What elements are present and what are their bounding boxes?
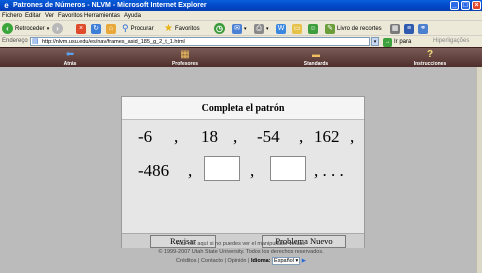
tool-button-1[interactable]: ▦ [390,23,400,34]
footer-link-list[interactable]: Créditos | Contacto | Opinión | [176,258,249,264]
clipbook-button[interactable]: ✎ Livro de recortes [325,23,382,34]
links-label[interactable]: Hiperligações [433,36,469,47]
close-button[interactable]: × [472,1,481,10]
minimize-button[interactable]: _ [450,1,459,10]
edit-button[interactable]: W [276,23,286,34]
back-button[interactable]: ‹ Retroceder ▾ [2,23,49,34]
footer-links: Créditos | Contacto | Opinión | Idioma: … [0,257,482,265]
tool-button-2[interactable]: ≡ [404,23,414,34]
question-icon: ? [426,49,434,60]
back-arrow-icon: ⬅ [65,49,75,60]
forward-button[interactable]: › [52,23,63,34]
footer-note[interactable]: Haz clic aquí si no puedes ver el manipu… [0,241,482,247]
tool-button-3[interactable]: ⚭ [418,23,428,34]
menu-favorites[interactable]: Favoritos [58,11,83,21]
chevron-down-icon: ▾ [266,25,269,32]
clipbook-label: Livro de recortes [337,25,382,32]
grid-icon: ▦ [390,23,400,34]
separator: , [188,161,193,180]
edit-icon: W [276,23,286,34]
address-bar: Endereço ▤ http://nlvm.usu.edu/es/nav/fr… [0,36,482,47]
separator: , [233,127,238,146]
star-icon: ★ [164,23,173,34]
home-icon: ⌂ [106,23,116,34]
stop-icon: × [76,23,86,34]
address-url: http://nlvm.usu.edu/es/nav/frames_asid_1… [42,39,185,45]
messenger-icon: ☺ [308,23,318,34]
print-icon: ⎙ [254,23,264,34]
nav-teachers[interactable]: ▦ Profesores [165,48,205,68]
search-label: Procurar [130,25,154,32]
mail-button[interactable]: ✉ ▾ [232,23,247,34]
separator: , [299,127,304,146]
discuss-button[interactable]: ▭ [292,23,302,34]
separator: , [350,127,355,146]
language-label: Idioma: [250,258,271,264]
favorites-label: Favoritos [174,25,200,32]
back-arrow-icon: ‹ [2,23,13,34]
separator: , [250,161,255,180]
forward-arrow-icon: › [52,23,63,34]
go-arrow-icon: → [383,38,392,47]
term-5: -486 [138,161,170,180]
search-button[interactable]: ⚲ Procurar [122,23,154,34]
chevron-down-icon: ▾ [244,25,247,32]
page-icon: ▤ [32,38,39,45]
separator: , [174,127,179,146]
history-icon: ◷ [214,23,225,34]
favorites-button[interactable]: ★ Favoritos [164,23,200,34]
footer-copyright: © 1999-2007 Utah State University. Todos… [158,249,324,255]
address-dropdown-button[interactable]: ▾ [371,37,379,46]
pattern-panel: Completa el patrón -6 , 18 , -54 , 162 ,… [121,96,365,248]
standards-icon: ▬ [312,50,320,59]
home-button[interactable]: ⌂ [106,23,116,34]
history-button[interactable]: ◷ [214,23,225,34]
print-button[interactable]: ⎙ ▾ [254,23,269,34]
ie-logo-icon: e [4,1,9,10]
term-1: -6 [138,127,153,146]
vertical-scrollbar[interactable] [476,67,482,273]
answer-input-2[interactable] [270,156,306,181]
toolbar: ‹ Retroceder ▾ › × ↻ ⌂ ⚲ Procurar ★ Favo… [0,21,482,36]
connect-icon: ⚭ [418,23,428,34]
ellipsis: , . . . [314,161,344,180]
language-value: Español [274,258,294,264]
term-4: 162 [314,127,340,146]
stop-button[interactable]: × [76,23,86,34]
messenger-button[interactable]: ☺ [308,23,318,34]
refresh-icon: ↻ [91,23,101,34]
window-title: Patrones de Números - NLVM - Microsoft I… [13,2,207,9]
panel-title: Completa el patrón [122,97,364,120]
page-content: Completa el patrón -6 , 18 , -54 , 162 ,… [0,67,482,273]
menu-help[interactable]: Ayuda [124,11,141,21]
research-icon: ≡ [404,23,414,34]
menu-edit[interactable]: Editar [25,11,41,21]
answer-input-1[interactable] [204,156,240,181]
menu-tools[interactable]: Herramientas [84,11,120,21]
clipbook-icon: ✎ [325,23,335,34]
nav-standards[interactable]: ▬ Standards [296,48,336,68]
nav-back[interactable]: ⬅ Atrás [55,48,85,68]
address-input[interactable]: ▤ http://nlvm.usu.edu/es/nav/frames_asid… [30,37,370,46]
title-bar: e Patrones de Números - NLVM - Microsoft… [0,0,482,11]
maximize-button[interactable]: □ [461,1,470,10]
nav-instructions[interactable]: ? Instrucciones [405,48,455,68]
menu-view[interactable]: Ver [45,11,54,21]
mail-icon: ✉ [232,23,242,34]
go-arrow-icon[interactable]: ▶ [302,258,306,264]
term-3: -54 [257,127,280,146]
term-2: 18 [201,127,218,146]
teacher-icon: ▦ [180,49,190,60]
folder-icon: ▭ [292,23,302,34]
back-label: Retroceder [15,25,45,32]
address-label: Endereço [2,38,28,44]
menu-file[interactable]: Fichero [2,11,22,21]
language-select[interactable]: Español ▾ [272,257,301,265]
chevron-down-icon: ▾ [46,25,50,32]
refresh-button[interactable]: ↻ [91,23,101,34]
search-icon: ⚲ [122,23,129,33]
menu-bar: Fichero Editar Ver Favoritos Herramienta… [0,11,482,21]
site-nav: ⬅ Atrás ▦ Profesores ▬ Standards ? Instr… [0,47,482,67]
